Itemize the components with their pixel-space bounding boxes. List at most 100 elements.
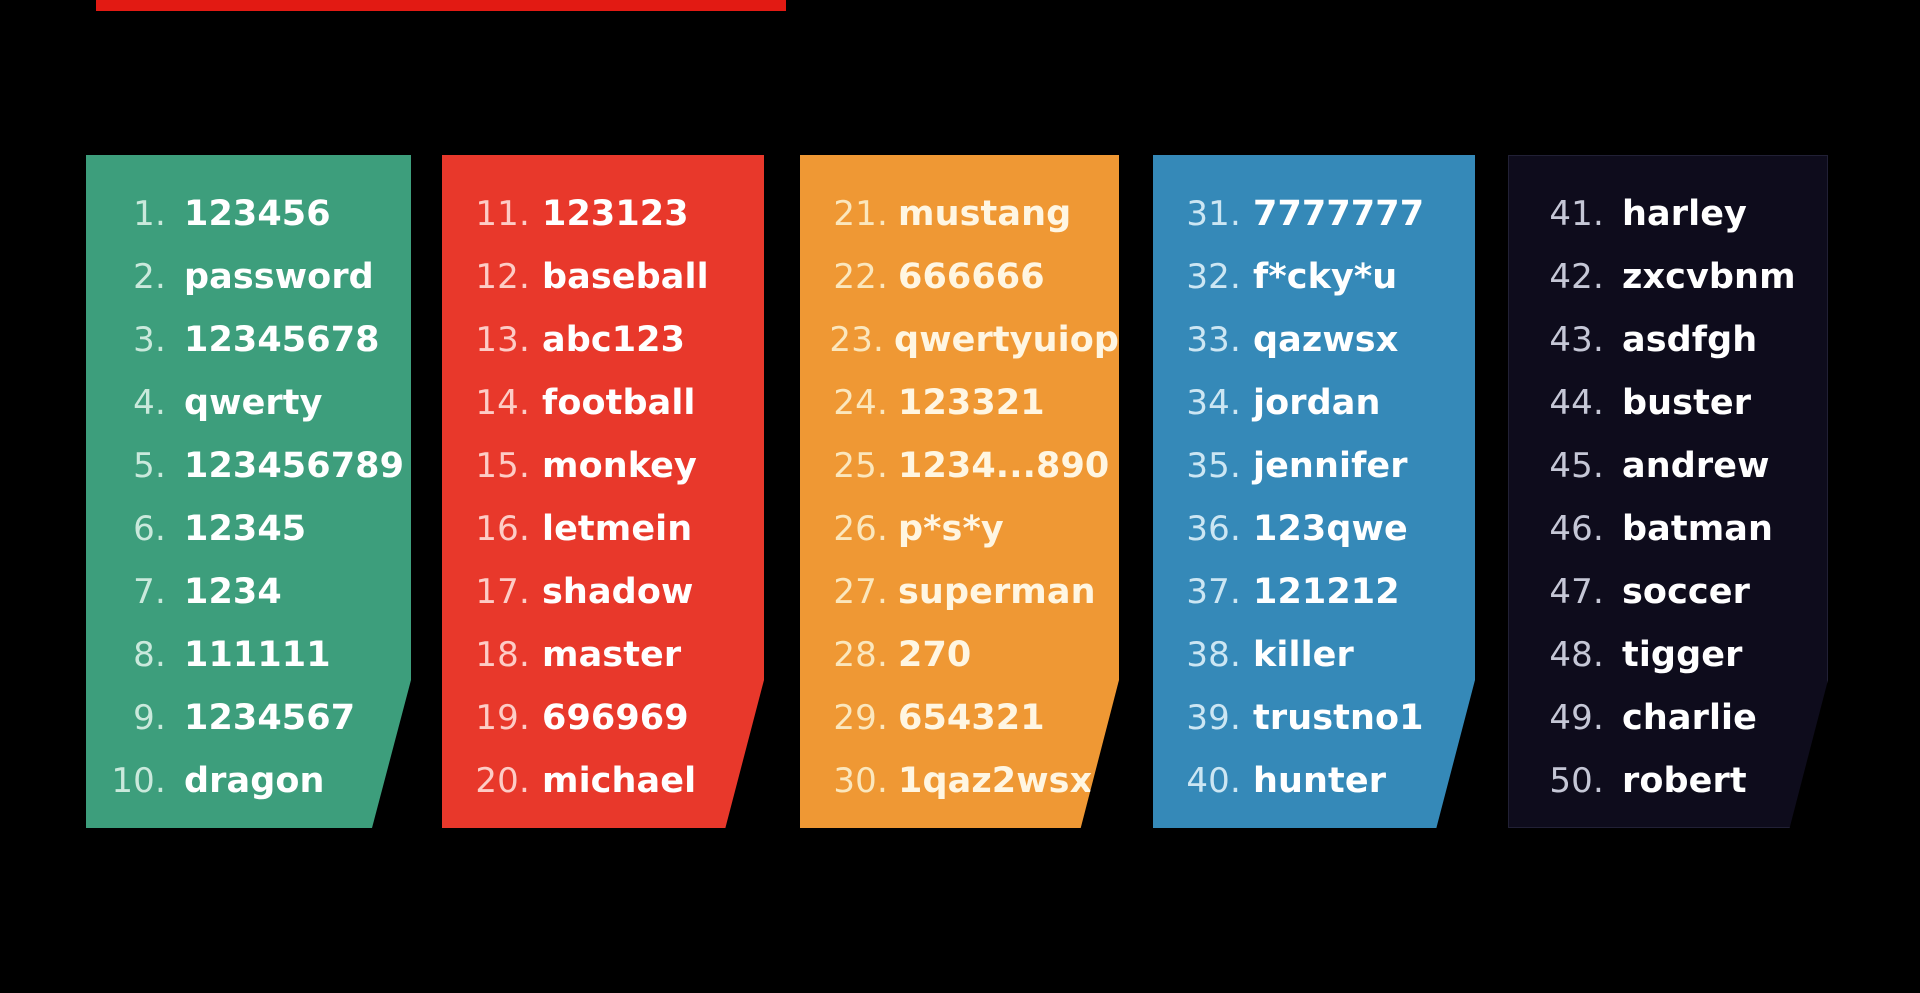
password-rank: 10.: [111, 761, 166, 801]
password-value: 123456789: [184, 446, 405, 486]
password-rank: 31.: [1186, 194, 1241, 234]
password-rank: 7.: [133, 572, 166, 612]
password-rank: 39.: [1186, 698, 1241, 738]
password-rank: 14.: [475, 383, 530, 423]
password-row: 46. batman: [1508, 498, 1828, 561]
password-row: 40. hunter: [1153, 750, 1475, 813]
password-value: 111111: [184, 635, 331, 675]
password-column-2: 11. 123123 12. baseball 13. abc123 14. football…: [442, 155, 764, 828]
password-value: 270: [898, 635, 972, 675]
password-value: killer: [1253, 635, 1354, 675]
password-row: 20. michael: [442, 750, 764, 813]
password-rank: 12.: [475, 257, 530, 297]
password-rank: 23.: [829, 320, 885, 360]
password-row: 14. football: [442, 372, 764, 435]
password-rank: 9.: [133, 698, 166, 738]
password-rank: 26.: [833, 509, 888, 549]
infographic-canvas: 1. 123456 2. password 3. 12345678 4. qwerty 5. 12…: [0, 0, 1920, 993]
password-columns: 1. 123456 2. password 3. 12345678 4. qwerty 5. 12…: [0, 155, 1920, 845]
password-column-4: 31. 7777777 32. f*cky*u 33. qazwsx 34. jordan 35…: [1153, 155, 1475, 828]
password-rank: 34.: [1186, 383, 1241, 423]
password-rank: 28.: [833, 635, 888, 675]
password-row: 3. 12345678: [86, 309, 411, 372]
password-row: 23. qwertyuiop: [800, 309, 1119, 372]
password-value: shadow: [542, 572, 694, 612]
password-row: 18. master: [442, 624, 764, 687]
password-row: 17. shadow: [442, 561, 764, 624]
password-value: asdfgh: [1622, 320, 1758, 360]
password-value: abc123: [542, 320, 686, 360]
password-list-1: 1. 123456 2. password 3. 12345678 4. qwerty 5. 12…: [86, 183, 411, 813]
password-rank: 46.: [1549, 509, 1604, 549]
password-row: 44. buster: [1508, 372, 1828, 435]
password-row: 42. zxcvbnm: [1508, 246, 1828, 309]
password-value: jennifer: [1253, 446, 1408, 486]
password-row: 31. 7777777: [1153, 183, 1475, 246]
password-rank: 40.: [1186, 761, 1241, 801]
password-value: password: [184, 257, 374, 297]
password-row: 22. 666666: [800, 246, 1119, 309]
password-list-4: 31. 7777777 32. f*cky*u 33. qazwsx 34. jordan 35…: [1153, 183, 1475, 813]
password-rank: 24.: [833, 383, 888, 423]
password-value: zxcvbnm: [1622, 257, 1796, 297]
password-value: 123123: [542, 194, 689, 234]
password-value: 1qaz2wsx: [898, 761, 1093, 801]
password-rank: 8.: [133, 635, 166, 675]
password-row: 34. jordan: [1153, 372, 1475, 435]
password-list-3: 21. mustang 22. 666666 23. qwertyuiop 24. 12332…: [800, 183, 1119, 813]
password-row: 27. superman: [800, 561, 1119, 624]
password-value: qazwsx: [1253, 320, 1399, 360]
password-row: 39. trustno1: [1153, 687, 1475, 750]
password-list-2: 11. 123123 12. baseball 13. abc123 14. football…: [442, 183, 764, 813]
password-rank: 47.: [1549, 572, 1604, 612]
password-rank: 50.: [1549, 761, 1604, 801]
password-row: 29. 654321: [800, 687, 1119, 750]
password-value: michael: [542, 761, 697, 801]
password-value: qwertyuiop: [894, 320, 1119, 360]
password-row: 30. 1qaz2wsx: [800, 750, 1119, 813]
password-value: buster: [1622, 383, 1752, 423]
password-row: 21. mustang: [800, 183, 1119, 246]
password-row: 47. soccer: [1508, 561, 1828, 624]
password-row: 4. qwerty: [86, 372, 411, 435]
password-value: 121212: [1253, 572, 1400, 612]
password-row: 36. 123qwe: [1153, 498, 1475, 561]
password-rank: 21.: [833, 194, 888, 234]
password-row: 45. andrew: [1508, 435, 1828, 498]
password-row: 10. dragon: [86, 750, 411, 813]
password-value: 1234: [184, 572, 282, 612]
password-row: 25. 1234...890: [800, 435, 1119, 498]
password-row: 37. 121212: [1153, 561, 1475, 624]
password-rank: 19.: [475, 698, 530, 738]
password-rank: 1.: [133, 194, 166, 234]
password-value: 654321: [898, 698, 1045, 738]
password-row: 9. 1234567: [86, 687, 411, 750]
password-row: 13. abc123: [442, 309, 764, 372]
password-rank: 27.: [833, 572, 888, 612]
password-row: 43. asdfgh: [1508, 309, 1828, 372]
password-column-5: 41. harley 42. zxcvbnm 43. asdfgh 44. buster 45.…: [1508, 155, 1828, 828]
password-rank: 4.: [133, 383, 166, 423]
password-rank: 16.: [475, 509, 530, 549]
password-value: 696969: [542, 698, 689, 738]
password-row: 24. 123321: [800, 372, 1119, 435]
password-row: 28. 270: [800, 624, 1119, 687]
password-value: letmein: [542, 509, 693, 549]
password-row: 6. 12345: [86, 498, 411, 561]
password-value: andrew: [1622, 446, 1770, 486]
password-value: tigger: [1622, 635, 1743, 675]
password-row: 16. letmein: [442, 498, 764, 561]
password-value: 123456: [184, 194, 331, 234]
password-rank: 32.: [1186, 257, 1241, 297]
password-rank: 30.: [833, 761, 888, 801]
password-list-5: 41. harley 42. zxcvbnm 43. asdfgh 44. buster 45.…: [1508, 183, 1828, 813]
password-value: batman: [1622, 509, 1774, 549]
password-rank: 29.: [833, 698, 888, 738]
password-row: 11. 123123: [442, 183, 764, 246]
password-value: 123qwe: [1253, 509, 1408, 549]
password-rank: 25.: [833, 446, 888, 486]
password-value: 12345: [184, 509, 307, 549]
password-rank: 35.: [1186, 446, 1241, 486]
password-value: f*cky*u: [1253, 257, 1398, 297]
password-value: 666666: [898, 257, 1045, 297]
